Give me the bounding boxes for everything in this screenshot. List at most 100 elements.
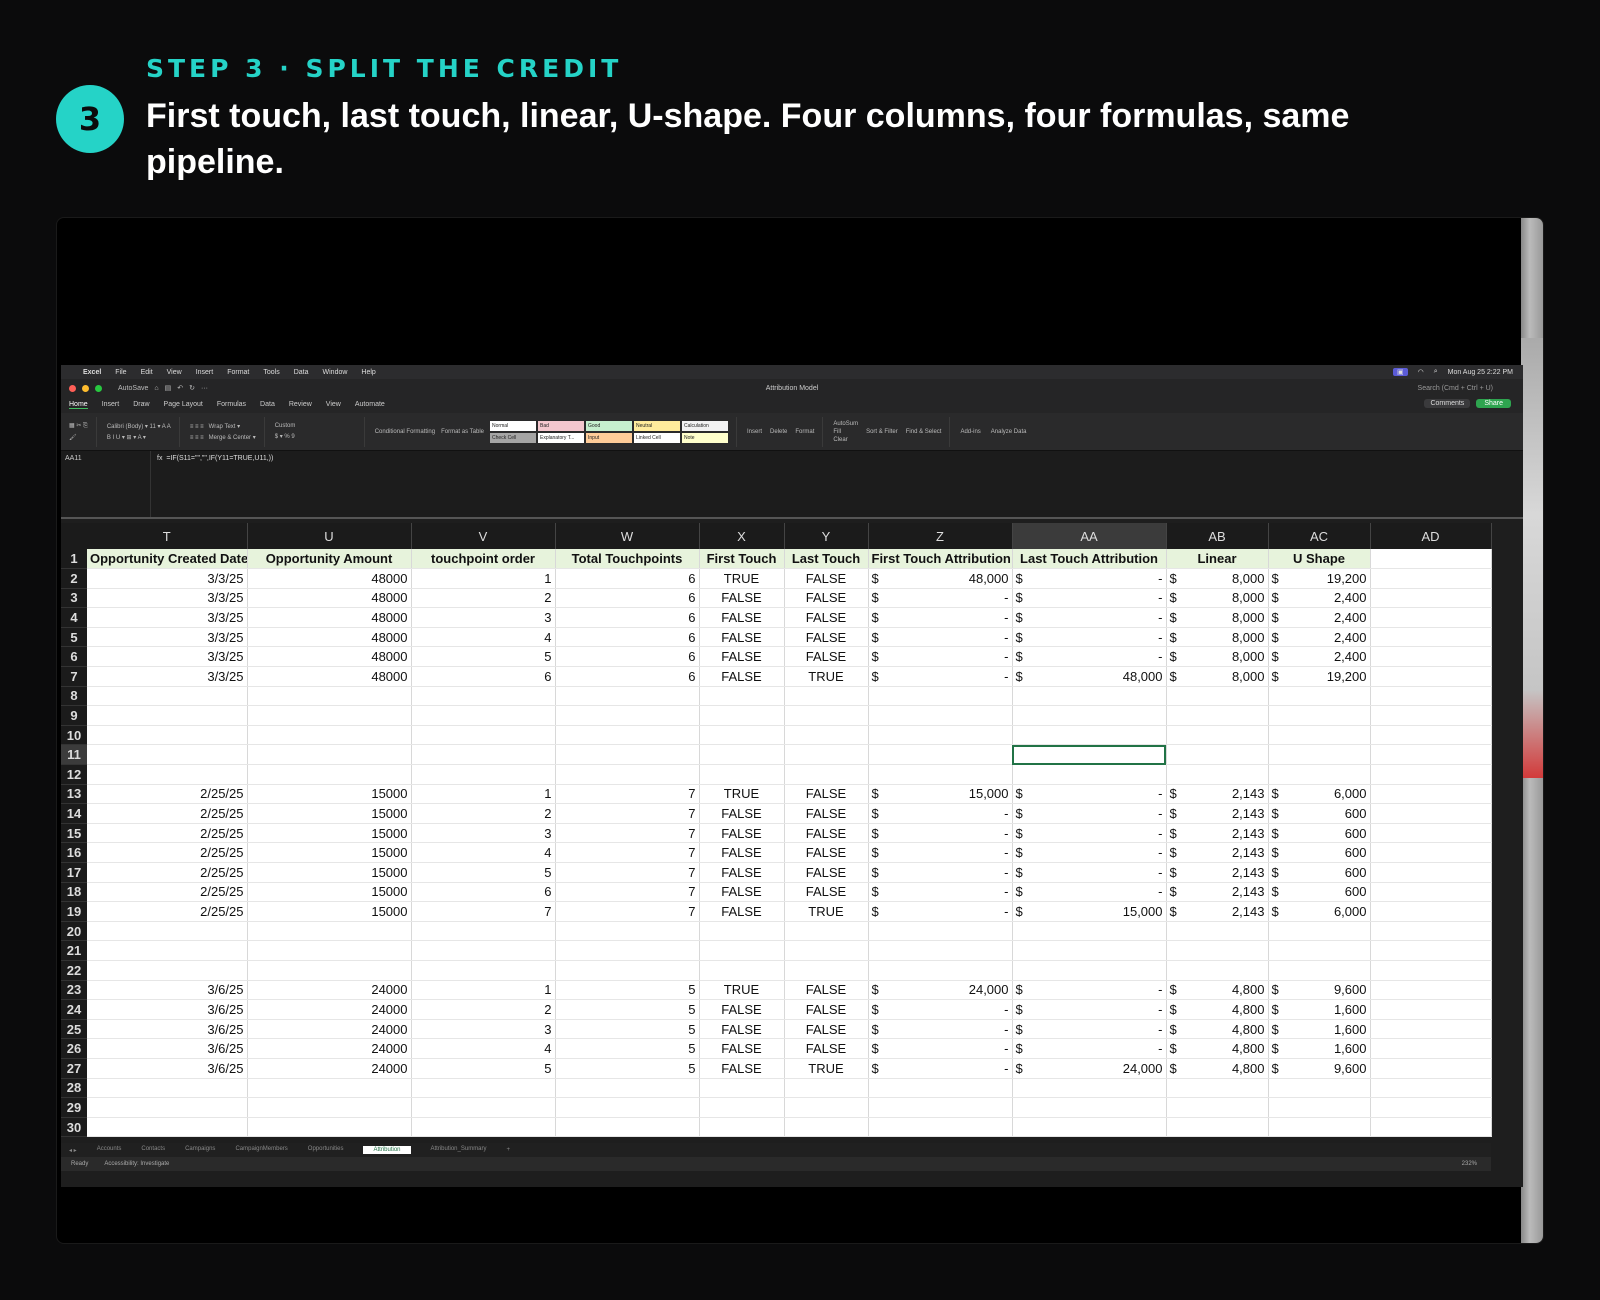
empty-cell[interactable] [1166, 705, 1269, 726]
empty-cell[interactable] [699, 940, 785, 961]
last-touch-cell[interactable]: FALSE [784, 823, 869, 844]
column-header-x[interactable]: X [699, 523, 785, 549]
empty-cell[interactable] [247, 940, 412, 961]
tab-draw[interactable]: Draw [133, 401, 149, 409]
format-painter-icon[interactable]: 🖌 [69, 434, 88, 441]
column-header-ad[interactable]: AD [1370, 523, 1492, 549]
empty-cell[interactable] [87, 764, 248, 785]
empty-cell[interactable] [411, 1097, 556, 1118]
row-header[interactable]: 28 [61, 1078, 87, 1099]
empty-cell[interactable] [555, 940, 700, 961]
column-title[interactable]: Linear [1166, 549, 1269, 570]
opportunity-created-date-cell[interactable]: 2/25/25 [87, 842, 248, 863]
opportunity-created-date-cell[interactable]: 3/6/25 [87, 1058, 248, 1079]
empty-cell[interactable] [411, 705, 556, 726]
attribution-cell[interactable]: $9,600 [1268, 1058, 1371, 1079]
empty-cell[interactable] [555, 1117, 700, 1138]
row-header[interactable]: 24 [61, 999, 87, 1020]
row-header[interactable]: 29 [61, 1097, 87, 1118]
minimize-window-button[interactable] [82, 384, 89, 392]
search-icon[interactable]: ⌕ [1434, 368, 1438, 376]
empty-cell[interactable] [868, 1078, 1013, 1099]
attribution-cell[interactable]: $8,000 [1166, 627, 1269, 648]
opportunity-amount-cell[interactable]: 48000 [247, 568, 412, 589]
empty-cell[interactable] [247, 1078, 412, 1099]
wrap-text-button[interactable]: Wrap Text [209, 424, 236, 430]
column-title[interactable]: Opportunity Amount [247, 549, 412, 570]
empty-cell[interactable] [1012, 725, 1167, 746]
attribution-cell[interactable]: $2,143 [1166, 784, 1269, 805]
attribution-cell[interactable]: $ - [868, 803, 1013, 824]
empty-cell[interactable] [1012, 921, 1167, 942]
first-touch-cell[interactable]: FALSE [699, 862, 785, 883]
attribution-cell[interactable]: $8,000 [1166, 646, 1269, 668]
first-touch-cell[interactable]: FALSE [699, 1019, 785, 1040]
attribution-cell[interactable]: $9,600 [1268, 980, 1371, 1001]
column-header-z[interactable]: Z [868, 523, 1013, 549]
column-header-ac[interactable]: AC [1268, 523, 1371, 549]
attribution-cell[interactable]: $ - [1012, 568, 1167, 589]
row-header[interactable]: 30 [61, 1117, 87, 1138]
total-touchpoints-cell[interactable]: 6 [555, 588, 700, 609]
empty-cell[interactable] [411, 725, 556, 746]
empty-cell[interactable] [1370, 842, 1492, 863]
empty-cell[interactable] [699, 764, 785, 785]
attribution-cell[interactable]: $ - [868, 842, 1013, 863]
empty-cell[interactable] [1370, 607, 1492, 628]
empty-cell[interactable] [87, 960, 248, 981]
total-touchpoints-cell[interactable]: 6 [555, 607, 700, 628]
first-touch-cell[interactable]: FALSE [699, 842, 785, 863]
first-touch-cell[interactable]: FALSE [699, 803, 785, 824]
empty-cell[interactable] [784, 725, 869, 746]
empty-cell[interactable] [247, 764, 412, 785]
touchpoint-order-cell[interactable]: 5 [411, 646, 556, 668]
empty-cell[interactable] [1370, 1019, 1492, 1040]
opportunity-created-date-cell[interactable]: 3/3/25 [87, 666, 248, 687]
attribution-cell[interactable]: $ - [868, 901, 1013, 922]
menu-item-window[interactable]: Window [323, 369, 348, 376]
attribution-cell[interactable]: $ - [1012, 823, 1167, 844]
empty-cell[interactable] [1268, 940, 1371, 961]
first-touch-cell[interactable]: FALSE [699, 882, 785, 903]
opportunity-created-date-cell[interactable]: 3/3/25 [87, 588, 248, 609]
total-touchpoints-cell[interactable]: 7 [555, 901, 700, 922]
empty-cell[interactable] [1370, 784, 1492, 805]
empty-cell[interactable] [411, 744, 556, 766]
touchpoint-order-cell[interactable]: 1 [411, 784, 556, 805]
total-touchpoints-cell[interactable]: 5 [555, 1038, 700, 1059]
last-touch-cell[interactable]: TRUE [784, 901, 869, 922]
total-touchpoints-cell[interactable]: 7 [555, 882, 700, 903]
attribution-cell[interactable]: $ - [868, 823, 1013, 844]
column-title[interactable]: touchpoint order [411, 549, 556, 570]
attribution-cell[interactable]: $ - [1012, 980, 1167, 1001]
empty-cell[interactable] [1370, 901, 1492, 922]
opportunity-amount-cell[interactable]: 15000 [247, 803, 412, 824]
more-icon[interactable]: ··· [201, 385, 208, 392]
empty-cell[interactable] [1370, 627, 1492, 648]
empty-cell[interactable] [1370, 960, 1492, 981]
first-touch-cell[interactable]: FALSE [699, 607, 785, 628]
attribution-cell[interactable]: $ - [868, 1058, 1013, 1079]
empty-cell[interactable] [868, 1117, 1013, 1138]
opportunity-amount-cell[interactable]: 15000 [247, 901, 412, 922]
align-icons[interactable]: ≡ ≡ ≡ [190, 424, 204, 430]
conditional-formatting-button[interactable]: Conditional Formatting [375, 429, 435, 435]
empty-cell[interactable] [1370, 686, 1492, 707]
empty-cell[interactable] [699, 686, 785, 707]
row-header[interactable]: 10 [61, 725, 87, 746]
empty-cell[interactable] [1268, 1078, 1371, 1099]
row-header[interactable]: 6 [61, 646, 87, 668]
active-cell-aa11[interactable] [1012, 744, 1167, 766]
sheet-tab-contacts[interactable]: Contacts [141, 1146, 165, 1154]
empty-cell[interactable] [247, 744, 412, 766]
zoom-level[interactable]: 232% [1462, 1161, 1491, 1167]
comments-button[interactable]: Comments [1424, 399, 1471, 408]
font-size-select[interactable]: 11 [150, 424, 156, 430]
attribution-cell[interactable]: $6,000 [1268, 784, 1371, 805]
row-header[interactable]: 19 [61, 901, 87, 922]
paste-button[interactable]: ▦ ✂ ⎘ [69, 422, 88, 430]
last-touch-cell[interactable]: TRUE [784, 666, 869, 687]
opportunity-created-date-cell[interactable]: 3/6/25 [87, 1038, 248, 1059]
empty-cell[interactable] [1370, 999, 1492, 1020]
sheet-tab-attribution-summary[interactable]: Attribution_Summary [431, 1146, 487, 1154]
